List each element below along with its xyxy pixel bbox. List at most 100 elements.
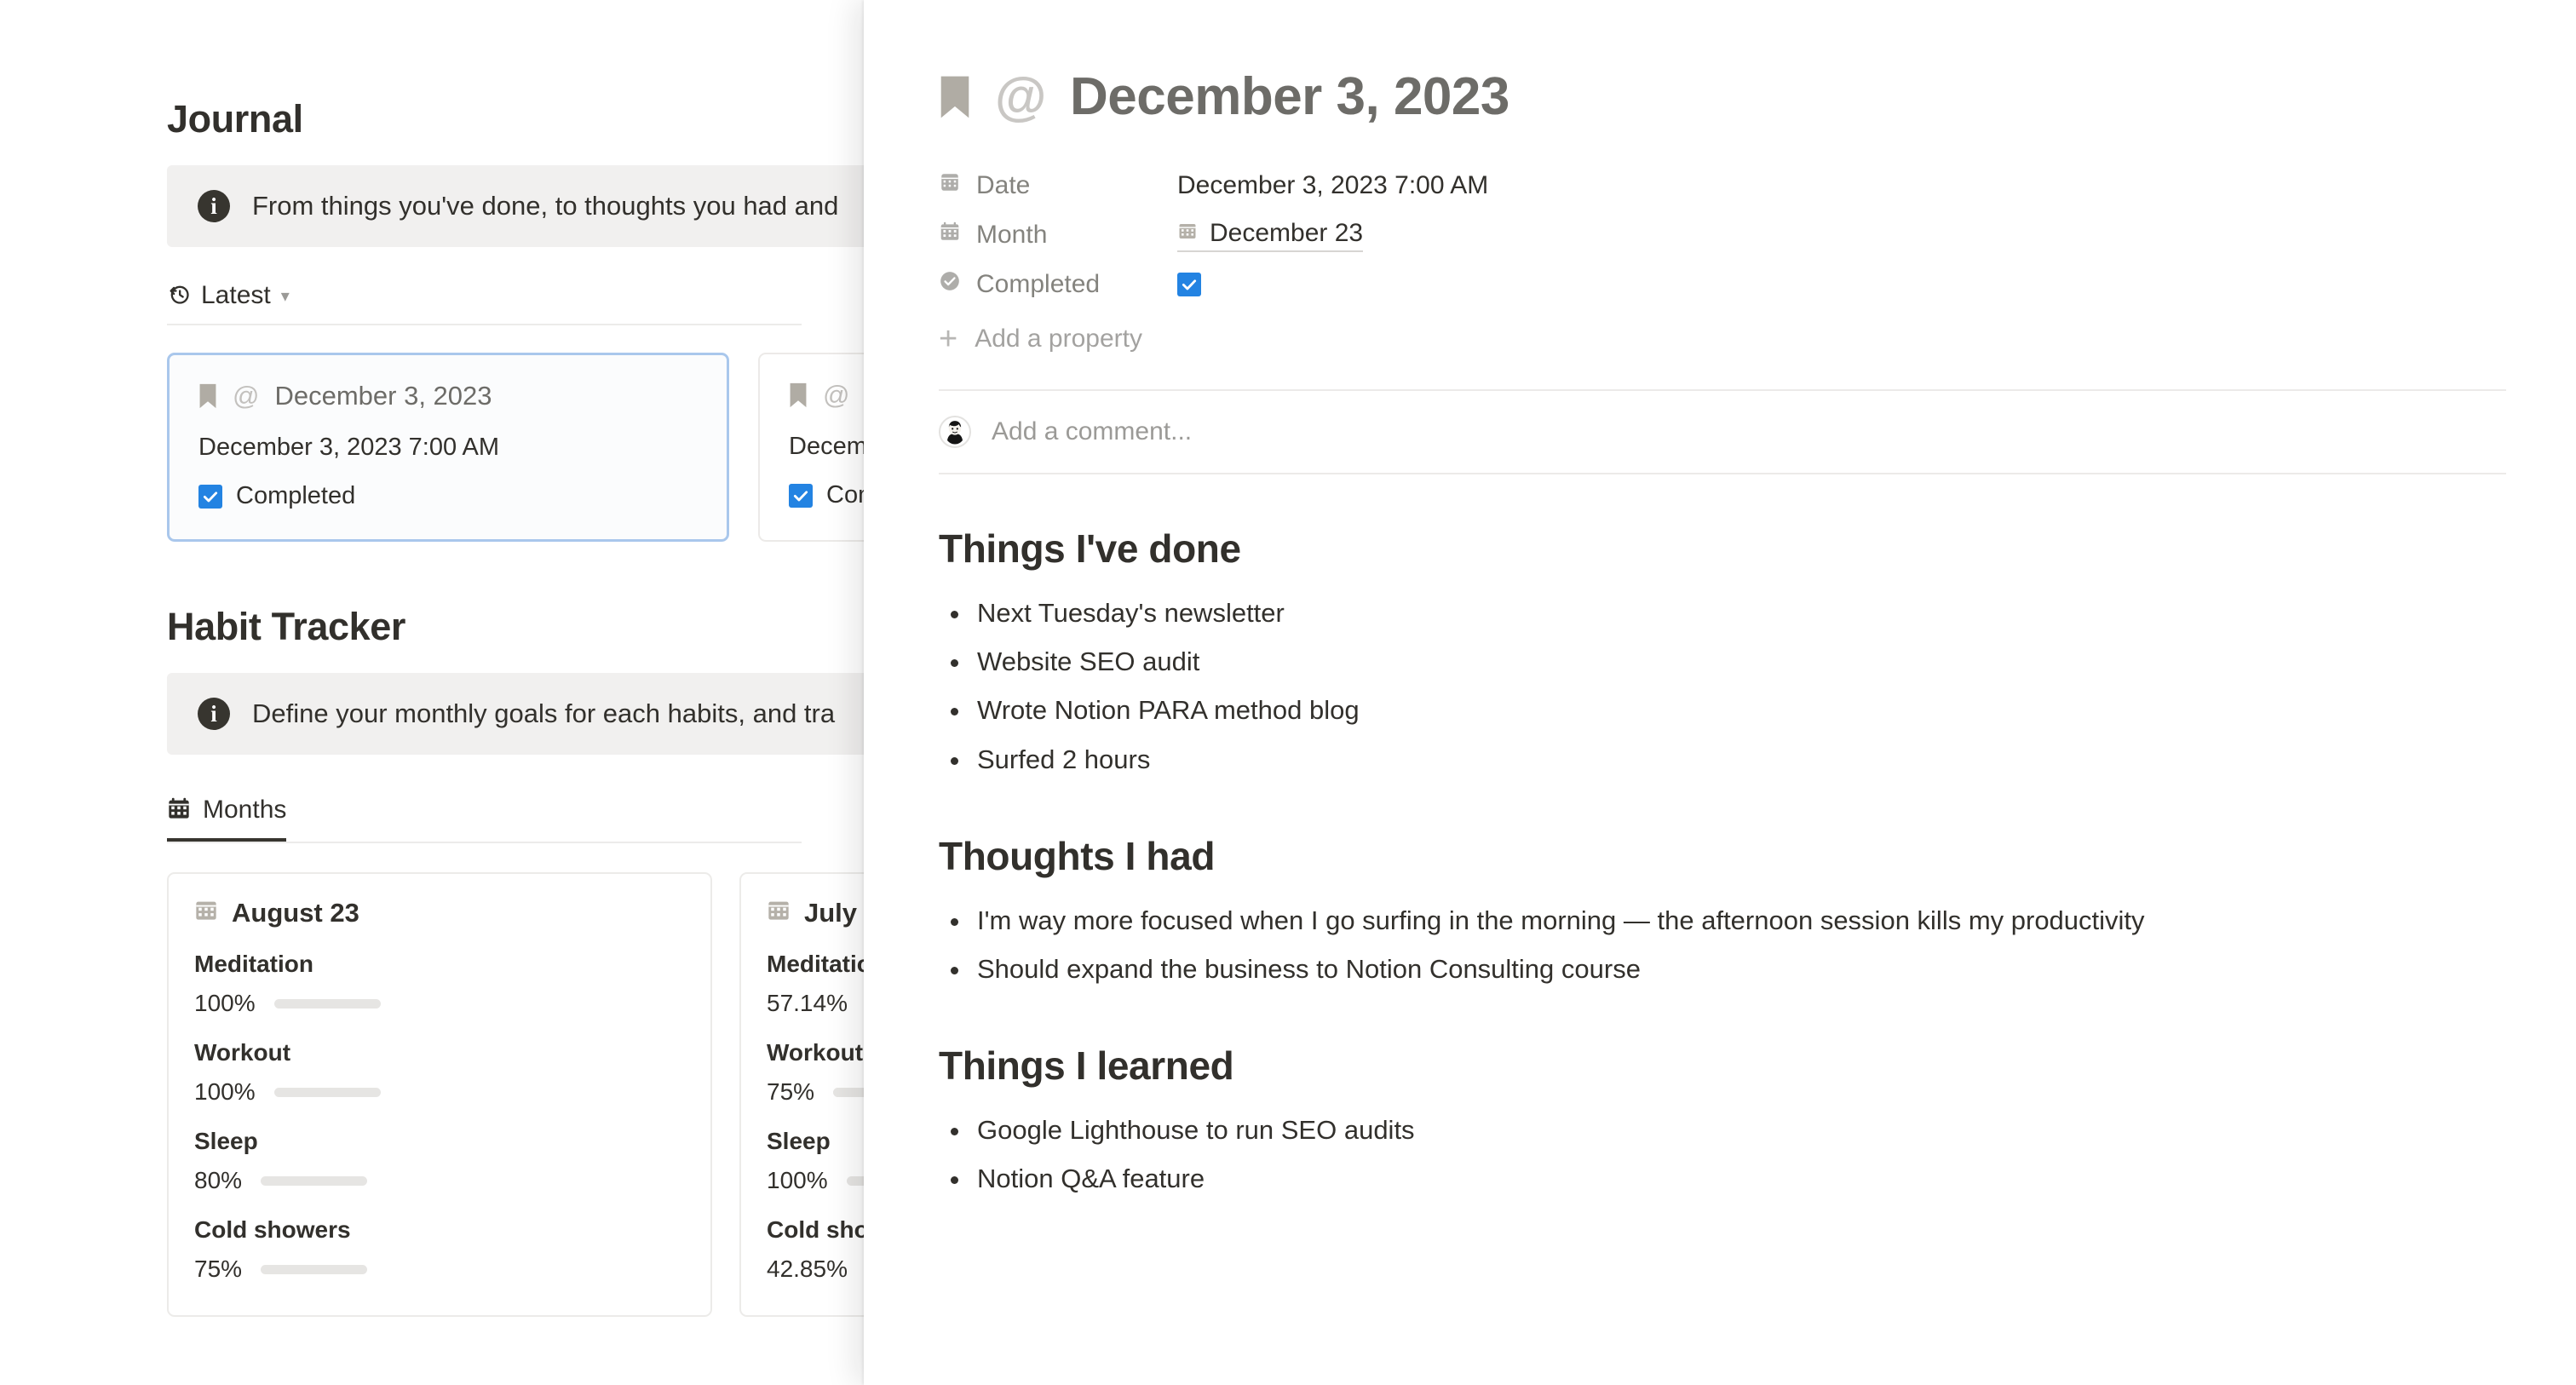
habit-progress-row: 100% xyxy=(194,1078,685,1106)
habit-progress-row: 75% xyxy=(767,1078,864,1106)
progress-bar xyxy=(846,1175,864,1186)
bullet-list-things-learned: Google Lighthouse to run SEO audits Noti… xyxy=(939,1106,2501,1203)
property-value-date[interactable]: December 3, 2023 7:00 AM xyxy=(1177,171,1488,200)
calendar-icon xyxy=(767,898,791,928)
habit-entry: Workout 75% xyxy=(767,1039,864,1106)
journal-card-at: @ xyxy=(233,381,260,411)
page-title: @ December 3, 2023 xyxy=(939,66,2501,127)
tab-months[interactable]: Months xyxy=(167,796,287,842)
page-title-at: @ xyxy=(995,67,1046,126)
property-value-month[interactable]: December 23 xyxy=(1177,219,1364,252)
progress-bar xyxy=(833,1087,864,1097)
habit-name: Sleep xyxy=(767,1128,831,1154)
bullet-icon xyxy=(951,917,958,926)
journal-card[interactable]: @ December 3, 2023 December 3, 2023 7:00… xyxy=(167,353,729,542)
habit-name: Workout xyxy=(767,1039,864,1066)
habit-percent: 75% xyxy=(767,1078,815,1105)
journal-card-title-row: @ Dece xyxy=(789,380,864,411)
history-clock-icon xyxy=(167,282,191,310)
habit-entry: Workout 100% xyxy=(194,1039,685,1106)
journal-card-completed-row[interactable]: Completed xyxy=(198,482,698,510)
bullet-icon xyxy=(951,1128,958,1136)
bullet-list-thoughts-had: I'm way more focused when I go surfing i… xyxy=(939,896,2501,993)
habit-progress-row: 42.85% xyxy=(767,1256,864,1283)
checkbox-checked-icon[interactable] xyxy=(1177,273,1201,296)
habit-progress-row: 100% xyxy=(767,1167,864,1194)
section-heading-things-done: Things I've done xyxy=(939,526,1241,571)
calendar-month-icon xyxy=(939,221,961,250)
add-property-button[interactable]: + Add a property xyxy=(939,323,2501,355)
journal-cards-row: @ December 3, 2023 December 3, 2023 7:00… xyxy=(167,353,864,542)
progress-bar xyxy=(273,1087,381,1097)
property-row-month[interactable]: Month December 23 xyxy=(939,210,2501,260)
list-item: Should expand the business to Notion Con… xyxy=(939,945,2501,993)
list-item-text: Notion Q&A feature xyxy=(977,1164,1205,1194)
journal-card-at: @ xyxy=(823,380,850,410)
habit-percent: 42.85% xyxy=(767,1256,848,1282)
journal-card-completed-row[interactable]: Comple xyxy=(789,481,864,509)
property-value-completed[interactable] xyxy=(1177,273,1201,296)
checkbox-checked-icon[interactable] xyxy=(789,483,813,508)
list-item-text: Google Lighthouse to run SEO audits xyxy=(977,1115,1415,1146)
chevron-down-icon[interactable]: ▾ xyxy=(281,285,290,307)
habit-name: Meditation xyxy=(767,951,864,977)
bullet-icon xyxy=(951,708,958,716)
habit-percent: 75% xyxy=(194,1256,243,1282)
habit-progress-row: 100% xyxy=(194,990,685,1017)
bookmark-icon xyxy=(198,382,217,410)
list-item-text: Website SEO audit xyxy=(977,647,1200,677)
property-name-completed: Completed xyxy=(939,270,1177,299)
journal-view-bar[interactable]: Latest ▾ xyxy=(167,281,802,325)
list-item: Surfed 2 hours xyxy=(939,735,2501,784)
habit-card[interactable]: August 23 Meditation 100% Workout 100% S… xyxy=(167,872,712,1317)
bookmark-icon xyxy=(939,73,971,121)
habit-name: Cold showers xyxy=(767,1216,864,1243)
bullet-icon xyxy=(951,966,958,974)
journal-card-date: December xyxy=(789,433,864,460)
property-row-completed[interactable]: Completed xyxy=(939,260,2501,309)
habit-entry: Cold showers 42.85% xyxy=(767,1216,864,1283)
divider xyxy=(939,473,2506,474)
relation-link-december-23[interactable]: December 23 xyxy=(1177,219,1364,252)
habit-progress-row: 57.14% xyxy=(767,990,864,1017)
habit-name: Workout xyxy=(194,1039,291,1066)
bullet-icon xyxy=(951,1176,958,1185)
list-item: Wrote Notion PARA method blog xyxy=(939,686,2501,734)
bookmark-icon xyxy=(789,382,808,409)
info-icon: i xyxy=(198,190,230,222)
checkbox-checked-icon[interactable] xyxy=(198,484,222,509)
bullet-icon xyxy=(951,659,958,668)
progress-bar xyxy=(261,1175,368,1186)
property-row-date[interactable]: Date December 3, 2023 7:00 AM xyxy=(939,161,2501,210)
page-peek-panel: @ December 3, 2023 Date December 3, 2023… xyxy=(864,0,2576,1385)
journal-card[interactable]: @ Dece December Comple xyxy=(758,353,864,542)
habit-card[interactable]: July 23 Meditation 57.14% Workout xyxy=(739,872,864,1317)
list-item: Website SEO audit xyxy=(939,637,2501,686)
habit-entry: Sleep 100% xyxy=(767,1128,864,1194)
journal-callout-text: From things you've done, to thoughts you… xyxy=(252,191,839,221)
list-item-text: Next Tuesday's newsletter xyxy=(977,598,1285,628)
list-item-text: I'm way more focused when I go surfing i… xyxy=(977,905,2145,935)
calendar-small-icon xyxy=(1177,219,1198,248)
journal-card-checkbox-label: Comple xyxy=(826,481,864,509)
habit-card-title-row: August 23 xyxy=(194,898,685,928)
habit-percent: 100% xyxy=(767,1167,828,1193)
habit-percent: 100% xyxy=(194,1078,256,1105)
journal-section-title: Journal xyxy=(167,97,303,141)
list-item-text: Should expand the business to Notion Con… xyxy=(977,953,1641,984)
list-item: Google Lighthouse to run SEO audits xyxy=(939,1106,2501,1154)
info-icon: i xyxy=(198,698,230,730)
journal-view-label: Latest xyxy=(201,281,271,309)
list-item: Next Tuesday's newsletter xyxy=(939,589,2501,637)
calendar-icon xyxy=(167,796,191,825)
comment-placeholder[interactable]: Add a comment... xyxy=(992,417,1192,446)
bullet-list-things-done: Next Tuesday's newsletter Website SEO au… xyxy=(939,589,2501,784)
habit-entry: Sleep 80% xyxy=(194,1128,685,1194)
habit-percent: 57.14% xyxy=(767,990,848,1016)
habit-tracker-section-title: Habit Tracker xyxy=(167,605,405,648)
progress-bar xyxy=(261,1264,368,1274)
page-body: Things I've done Next Tuesday's newslett… xyxy=(939,526,2501,1204)
comment-input-row[interactable]: Add a comment... xyxy=(939,391,2501,473)
property-name-date: Date xyxy=(939,171,1177,200)
habit-progress-row: 75% xyxy=(194,1256,685,1283)
